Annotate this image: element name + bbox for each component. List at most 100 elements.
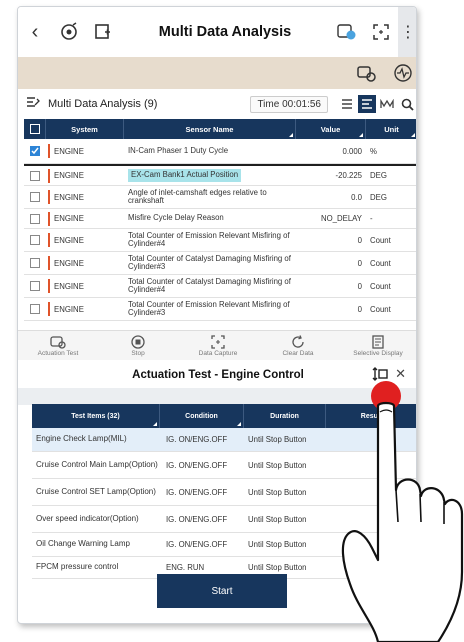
test-item-duration: Until Stop Button [248,487,307,497]
row-system: ENGINE [54,258,84,268]
sensor-table-header: System Sensor Name Value Unit [24,119,416,139]
selective-display-button[interactable]: Selective Display [338,331,416,360]
clear-data-label: Clear Data [282,349,314,357]
column-value[interactable]: Value [296,119,366,139]
start-button[interactable]: Start [157,574,287,608]
column-duration[interactable]: Duration [244,404,326,428]
table-row[interactable]: ENGINE Misfire Cycle Delay Reason NO_DEL… [24,209,416,229]
column-system[interactable]: System [46,119,124,139]
clear-data-button[interactable]: Clear Data [258,331,338,360]
bottom-toolbar: Actuation Test Stop Data Capture Clear D… [18,330,416,360]
test-item-condition: IG. ON/ENG.OFF [166,487,228,497]
selective-display-label: Selective Display [353,349,403,357]
app-bar: ‹ Multi Data Analysis ⋮ [18,7,416,57]
list-view-icon[interactable] [338,95,356,113]
row-sensor: Total Counter of Catalyst Damaging Misfi… [128,253,291,271]
row-checkbox[interactable] [30,304,40,314]
test-item-name: FPCM pressure control [36,562,119,572]
row-unit: - [370,214,373,223]
row-unit: DEG [370,171,387,180]
list-settings-icon[interactable] [26,95,40,113]
selective-display-icon [372,334,384,349]
row-checkbox[interactable] [30,281,40,291]
table-row[interactable]: ENGINE IN-Cam Phaser 1 Duty Cycle 0.000 … [24,139,416,164]
row-sensor: Misfire Cycle Delay Reason [128,213,224,223]
row-checkbox[interactable] [30,146,40,156]
fullscreen-icon[interactable] [364,17,398,47]
vehicle-settings-icon[interactable] [52,17,86,47]
row-sensor: Angle of inlet-camshaft edges relative t… [128,187,267,205]
data-capture-label: Data Capture [198,349,238,357]
test-item-name: Engine Check Lamp(MIL) [36,434,127,444]
row-system: ENGINE [54,304,84,314]
status-strip [18,57,416,89]
column-unit[interactable]: Unit [366,119,416,139]
text-view-icon[interactable] [358,95,376,113]
search-icon[interactable] [398,95,416,113]
add-document-icon[interactable] [86,17,120,47]
table-row[interactable]: ENGINE Total Counter of Emission Relevan… [24,229,416,252]
column-test-items[interactable]: Test Items (32) [32,404,160,428]
elapsed-time: Time 00:01:56 [250,95,328,113]
analysis-header: Multi Data Analysis (9) Time 00:01:56 [18,91,416,117]
data-capture-button[interactable]: Data Capture [178,331,258,360]
row-sensor: Total Counter of Emission Relevant Misfi… [128,299,290,317]
row-system: ENGINE [54,192,84,202]
row-checkbox[interactable] [30,258,40,268]
row-value: NO_DELAY [320,214,362,223]
column-sensor-name[interactable]: Sensor Name [124,119,296,139]
column-condition[interactable]: Condition [160,404,244,428]
test-item-condition: IG. ON/ENG.OFF [166,435,228,444]
select-all-checkbox[interactable] [24,119,46,139]
graph-view-icon[interactable] [378,95,396,113]
stop-label: Stop [131,349,145,357]
row-system: ENGINE [54,214,84,223]
test-item-duration: Until Stop Button [248,435,307,444]
vehicle-connect-icon[interactable] [356,62,378,84]
car-test-icon [50,335,66,349]
sensor-table: System Sensor Name Value Unit ENGINE IN-… [24,119,416,321]
row-value: 0.0 [351,192,362,202]
row-value: 0 [357,304,362,314]
row-checkbox[interactable] [30,192,40,202]
more-menu-icon[interactable]: ⋮ [398,7,416,57]
table-row[interactable]: ENGINE Angle of inlet-camshaft edges rel… [24,186,416,209]
row-unit: Count [370,258,391,268]
actuation-panel-title: Actuation Test - Engine Control [132,369,304,381]
row-checkbox[interactable] [30,235,40,245]
signal-wave-icon[interactable] [392,62,414,84]
row-checkbox[interactable] [30,170,40,181]
row-system: ENGINE [54,281,84,291]
page-title: Multi Data Analysis [158,24,292,40]
test-item-duration: Until Stop Button [248,460,307,470]
row-unit: % [370,146,377,156]
row-value: 0 [357,281,362,291]
actuation-test-label: Actuation Test [37,349,79,357]
stop-button[interactable]: Stop [98,331,178,360]
actuation-test-button[interactable]: Actuation Test [18,331,98,360]
test-item-name: Cruise Control Main Lamp(Option) [36,459,158,469]
table-row[interactable]: ENGINE Total Counter of Catalyst Damagin… [24,275,416,298]
row-sensor: Total Counter of Emission Relevant Misfi… [128,230,290,248]
row-unit: Count [370,235,391,245]
row-value: 0 [357,235,362,245]
row-value: -20.225 [335,171,362,180]
row-unit: Count [370,281,391,291]
row-checkbox[interactable] [30,213,40,224]
test-item-name: Oil Change Warning Lamp [36,539,130,549]
table-row[interactable]: ENGINE EX-Cam Bank1 Actual Position -20.… [24,164,416,186]
row-sensor: EX-Cam Bank1 Actual Position [128,169,242,182]
back-chevron-icon[interactable]: ‹ [18,21,52,44]
test-item-condition: IG. ON/ENG.OFF [166,540,228,549]
capture-icon [211,334,225,349]
table-row[interactable]: ENGINE Total Counter of Emission Relevan… [24,298,416,321]
test-item-duration: Until Stop Button [248,540,307,549]
test-item-name: Cruise Control SET Lamp(Option) [36,486,156,496]
vehicle-status-icon[interactable] [330,17,364,47]
stop-icon [131,334,145,349]
row-system: ENGINE [54,146,84,156]
row-value: 0.000 [342,146,362,156]
table-row[interactable]: ENGINE Total Counter of Catalyst Damagin… [24,252,416,275]
hand-pointer-icon [341,381,464,642]
row-sensor: Total Counter of Catalyst Damaging Misfi… [128,276,291,294]
